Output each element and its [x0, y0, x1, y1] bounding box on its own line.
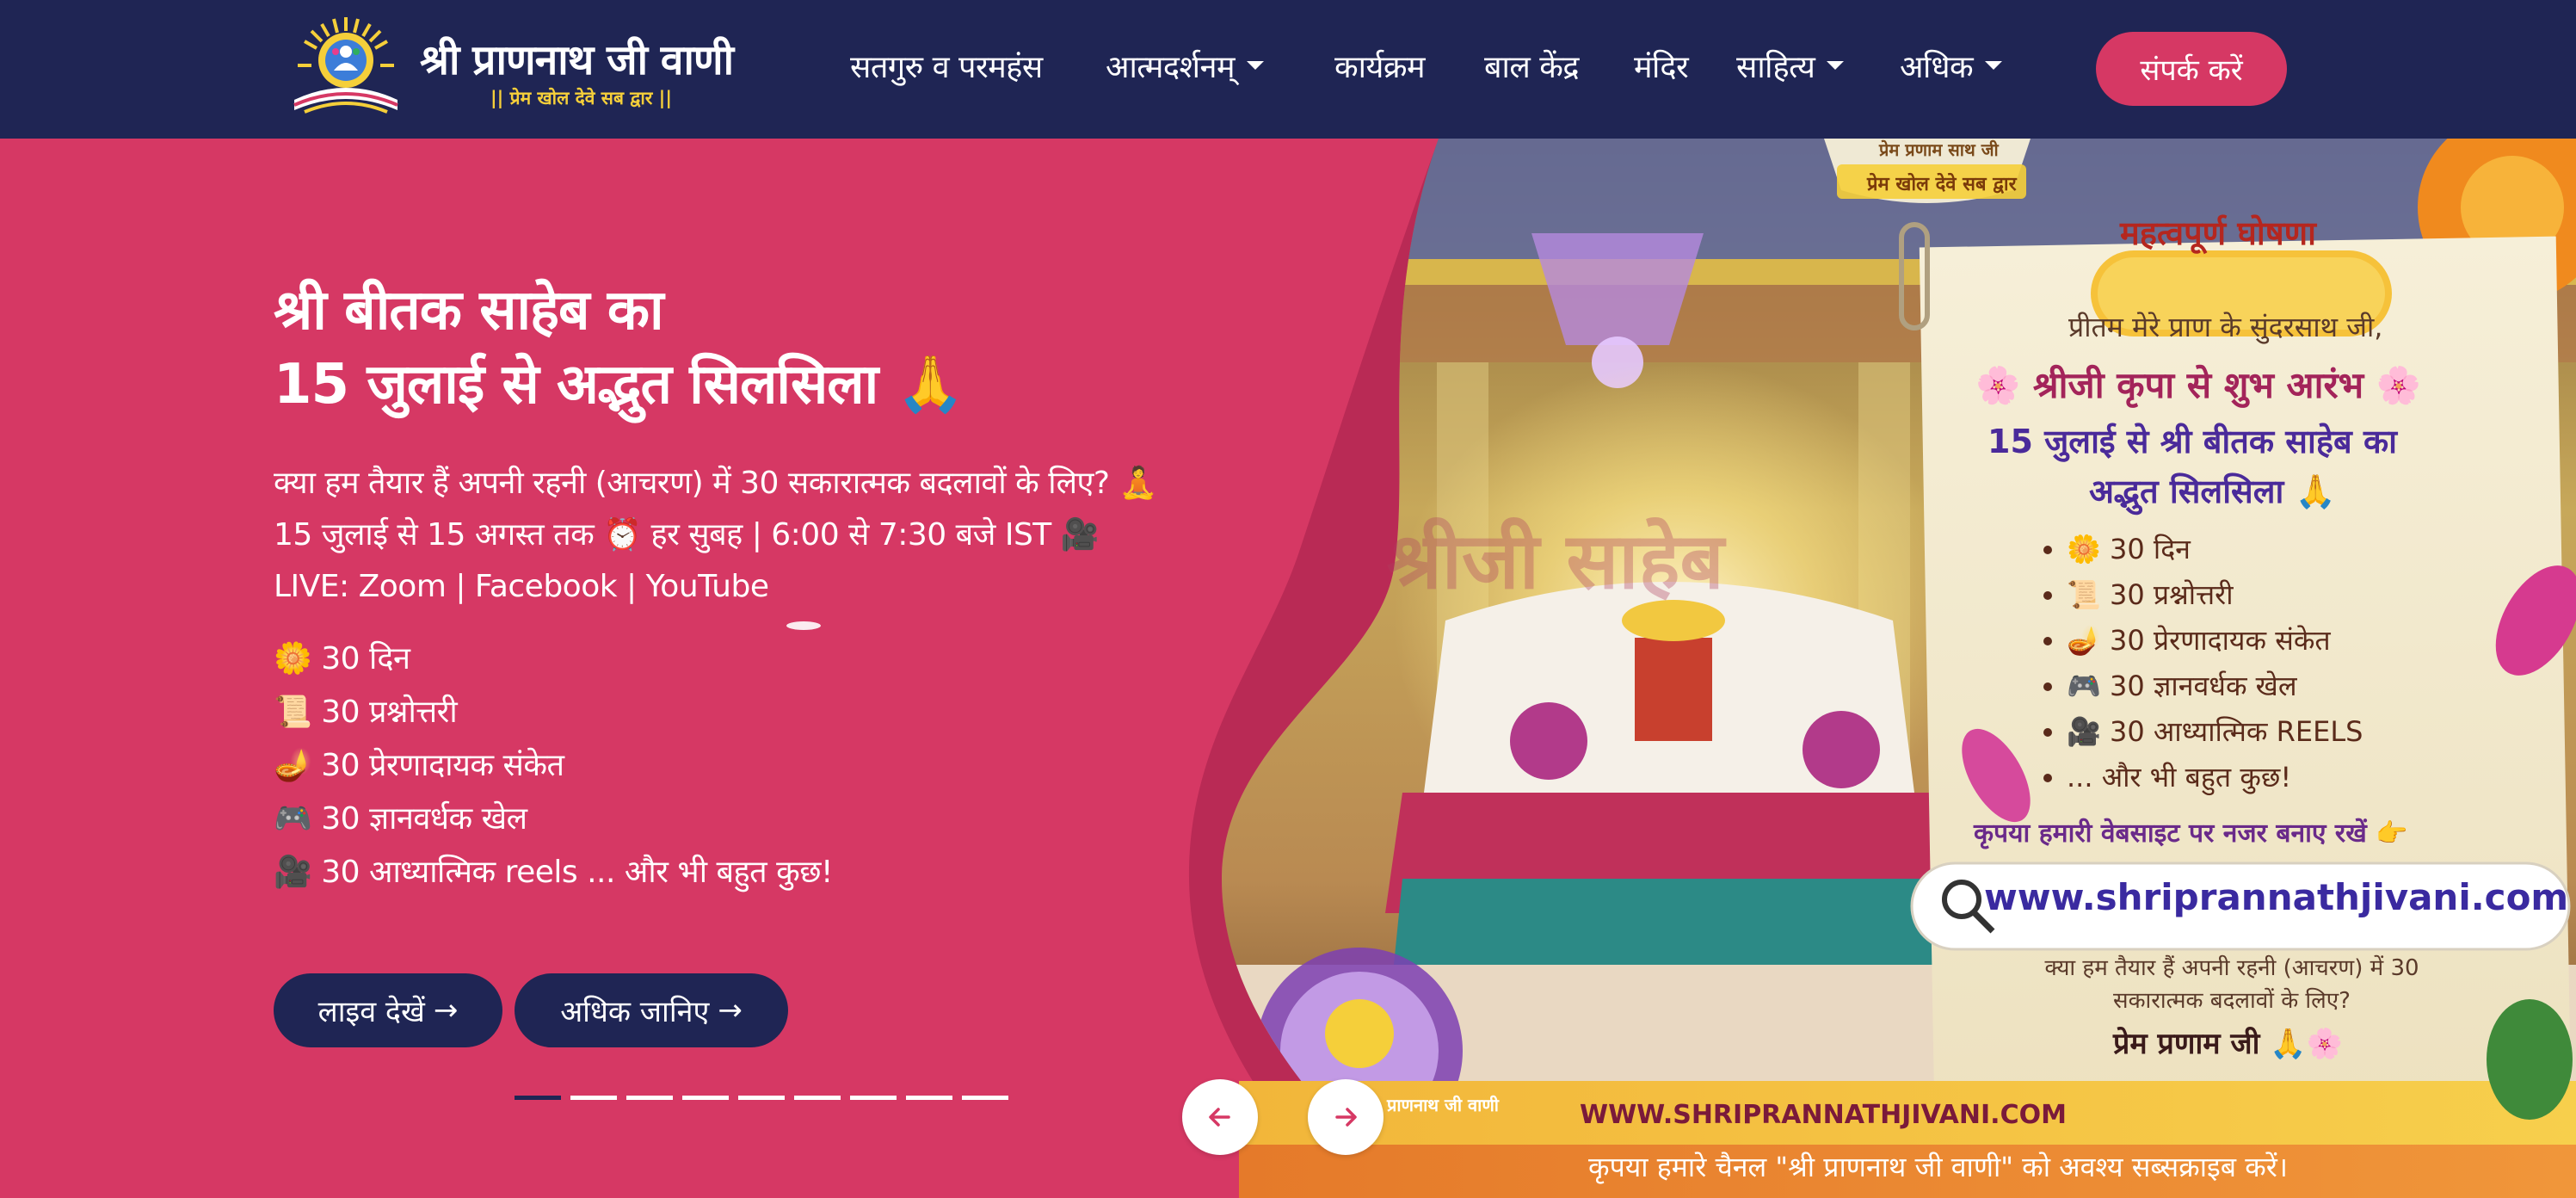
learn-more-label: अधिक जानिए: [560, 995, 710, 1029]
feature-item: 🌼 30 दिन: [274, 641, 410, 676]
brand-title[interactable]: श्री प्राणनाथ जी वाणी: [420, 31, 764, 87]
nav-item-sahitya[interactable]: साहित्य: [1736, 45, 1845, 87]
nav-item-label: मंदिर: [1634, 50, 1689, 85]
poster-watermark: श्रीजी साहेब: [1387, 516, 1724, 607]
learn-more-button[interactable]: अधिक जानिए →: [515, 973, 788, 1047]
poster-blessing: 🌸 श्रीजी कृपा से शुभ आरंभ 🌸: [1975, 364, 2422, 406]
nav-item-bal-kendra[interactable]: बाल केंद्र: [1484, 45, 1580, 87]
feature-item: 🎥 30 आध्यात्मिक reels ... और भी बहुत कुछ…: [274, 855, 833, 890]
nav-item-label: बाल केंद्र: [1484, 50, 1580, 85]
hero-title: श्री बीतक साहेब का 15 जुलाई से अद्भुत सि…: [274, 274, 964, 422]
poster-bullet: ... और भी बहुत कुछ!: [2067, 755, 2363, 800]
nav-item-satguru[interactable]: सतगुरु व परमहंस: [850, 45, 1043, 87]
hero-poster-image: [1188, 139, 2576, 1198]
hero-title-line2: 15 जुलाई से अद्भुत सिलसिला 🙏: [274, 353, 964, 417]
poster-badge-line1: प्रेम प्रणाम साथ जी: [1879, 139, 1999, 160]
decorative-petal: [786, 621, 821, 630]
arrow-left-icon: [1209, 1108, 1230, 1127]
nav-item-mandir[interactable]: मंदिर: [1634, 45, 1689, 87]
nav-item-label: आत्मदर्शनम्: [1106, 50, 1236, 85]
nav-item-karyakram[interactable]: कार्यक्रम: [1334, 45, 1426, 87]
carousel-indicator-8[interactable]: [906, 1096, 952, 1100]
arrow-right-icon: →: [718, 993, 743, 1028]
poster-bullet: 🎥 30 आध्यात्मिक REELS: [2067, 709, 2363, 755]
poster-headline-line2: अद्भुत सिलसिला 🙏: [2089, 472, 2336, 510]
brand-logo-icon[interactable]: [279, 15, 425, 122]
hero-description: क्या हम तैयार हैं अपनी रहनी (आचरण) में 3…: [274, 466, 1157, 604]
poster-headline-line1: 15 जुलाई से श्री बीतक साहेब का: [1987, 423, 2397, 460]
caret-down-icon: [1827, 61, 1845, 70]
nav-item-label: कार्यक्रम: [1334, 50, 1426, 85]
carousel-next-button[interactable]: [1308, 1079, 1384, 1155]
contact-button[interactable]: संपर्क करें: [2096, 32, 2287, 106]
poster-badge-line2: प्रेम खोल देवे सब द्वार: [1867, 174, 2017, 195]
hero-title-line1: श्री बीतक साहेब का: [274, 279, 664, 343]
carousel-indicator-2[interactable]: [570, 1096, 617, 1100]
feature-item: 🪔 30 प्रेरणादायक संकेत: [274, 748, 564, 783]
feature-item: 📜 30 प्रश्नोत्तरी: [274, 695, 458, 730]
watch-live-label: लाइव देखें: [317, 995, 425, 1029]
nav-item-atmadarshanam[interactable]: आत्मदर्शनम्: [1106, 45, 1265, 87]
poster-bullet: 🌼 30 दिन: [2067, 527, 2363, 572]
brand-tagline: || प्रेम खोल देवे सब द्वार ||: [490, 88, 673, 108]
poster-signoff: प्रेम प्रणाम जी 🙏🌸: [2113, 1027, 2343, 1061]
poster-footer-cta: कृपया हमारे चैनल "श्री प्राणनाथ जी वाणी"…: [1588, 1151, 2288, 1183]
carousel-indicator-7[interactable]: [850, 1096, 897, 1100]
arrow-right-icon: [1335, 1108, 1357, 1127]
carousel-indicator-4[interactable]: [682, 1096, 729, 1100]
poster-bullet: 🎮 30 ज्ञानवर्धक खेल: [2067, 664, 2363, 709]
poster-bullet-list: 🌼 30 दिन 📜 30 प्रश्नोत्तरी 🪔 30 प्रेरणाद…: [2067, 527, 2363, 800]
poster-footer-url: WWW.SHRIPRANNATHJIVANI.COM: [1580, 1100, 2067, 1130]
top-navbar: श्री प्राणनाथ जी वाणी || प्रेम खोल देवे …: [0, 0, 2576, 139]
feature-item: 🎮 30 ज्ञानवर्धक खेल: [274, 801, 527, 837]
carousel-indicator-6[interactable]: [794, 1096, 841, 1100]
poster-question: क्या हम तैयार हैं अपनी रहनी (आचरण) में 3…: [2044, 955, 2419, 1014]
nav-item-label: साहित्य: [1736, 50, 1815, 85]
carousel-indicator-5[interactable]: [738, 1096, 785, 1100]
caret-down-icon: [1985, 61, 2003, 70]
nav-item-label: अधिक: [1900, 50, 1974, 85]
hero-feature-list: 🌼 30 दिन 📜 30 प्रश्नोत्तरी 🪔 30 प्रेरणाद…: [274, 633, 833, 899]
carousel-indicator-9[interactable]: [962, 1096, 1008, 1100]
poster-watch-site: कृपया हमारी वेबसाइट पर नजर बनाए रखें 👉: [1974, 818, 2408, 849]
poster-bullet: 📜 30 प्रश्नोत्तरी: [2067, 572, 2363, 618]
poster-bullet: 🪔 30 प्रेरणादायक संकेत: [2067, 618, 2363, 664]
carousel-prev-button[interactable]: [1182, 1079, 1258, 1155]
poster-greeting: प्रीतम मेरे प्राण के सुंदरसाथ जी,: [2068, 311, 2383, 343]
poster-announcement: महत्वपूर्ण घोषणा: [2120, 214, 2316, 252]
carousel-indicator-1[interactable]: [515, 1096, 561, 1100]
carousel-indicator-3[interactable]: [626, 1096, 673, 1100]
nav-item-adhik[interactable]: अधिक: [1900, 45, 2003, 87]
poster-seal-text: प्राणनाथ जी वाणी: [1387, 1095, 1499, 1115]
poster-website: www.shriprannathjivani.com: [1984, 876, 2569, 918]
caret-down-icon: [1247, 61, 1265, 70]
arrow-right-icon: →: [433, 993, 459, 1028]
nav-item-label: सतगुरु व परमहंस: [850, 50, 1043, 85]
watch-live-button[interactable]: लाइव देखें →: [274, 973, 502, 1047]
